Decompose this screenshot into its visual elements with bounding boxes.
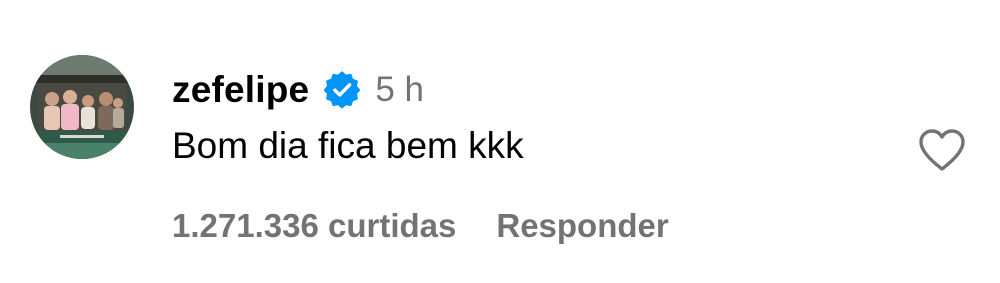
comment-header: zefelipe 5 h: [172, 64, 424, 116]
timestamp[interactable]: 5 h: [375, 70, 424, 110]
heart-outline-icon: [919, 129, 965, 171]
like-button[interactable]: [917, 127, 967, 173]
comment-text: Bom dia fica bem kkk: [172, 125, 524, 166]
comment-actions: 1.271.336 curtidas Responder: [172, 207, 669, 245]
avatar[interactable]: [30, 55, 134, 159]
likes-count[interactable]: 1.271.336 curtidas: [172, 207, 456, 245]
comment-item: zefelipe 5 h Bom dia fica bem kkk 1.271.…: [0, 0, 1000, 283]
verified-badge-icon: [323, 71, 361, 109]
username-link[interactable]: zefelipe: [172, 69, 309, 111]
reply-button[interactable]: Responder: [496, 207, 668, 245]
